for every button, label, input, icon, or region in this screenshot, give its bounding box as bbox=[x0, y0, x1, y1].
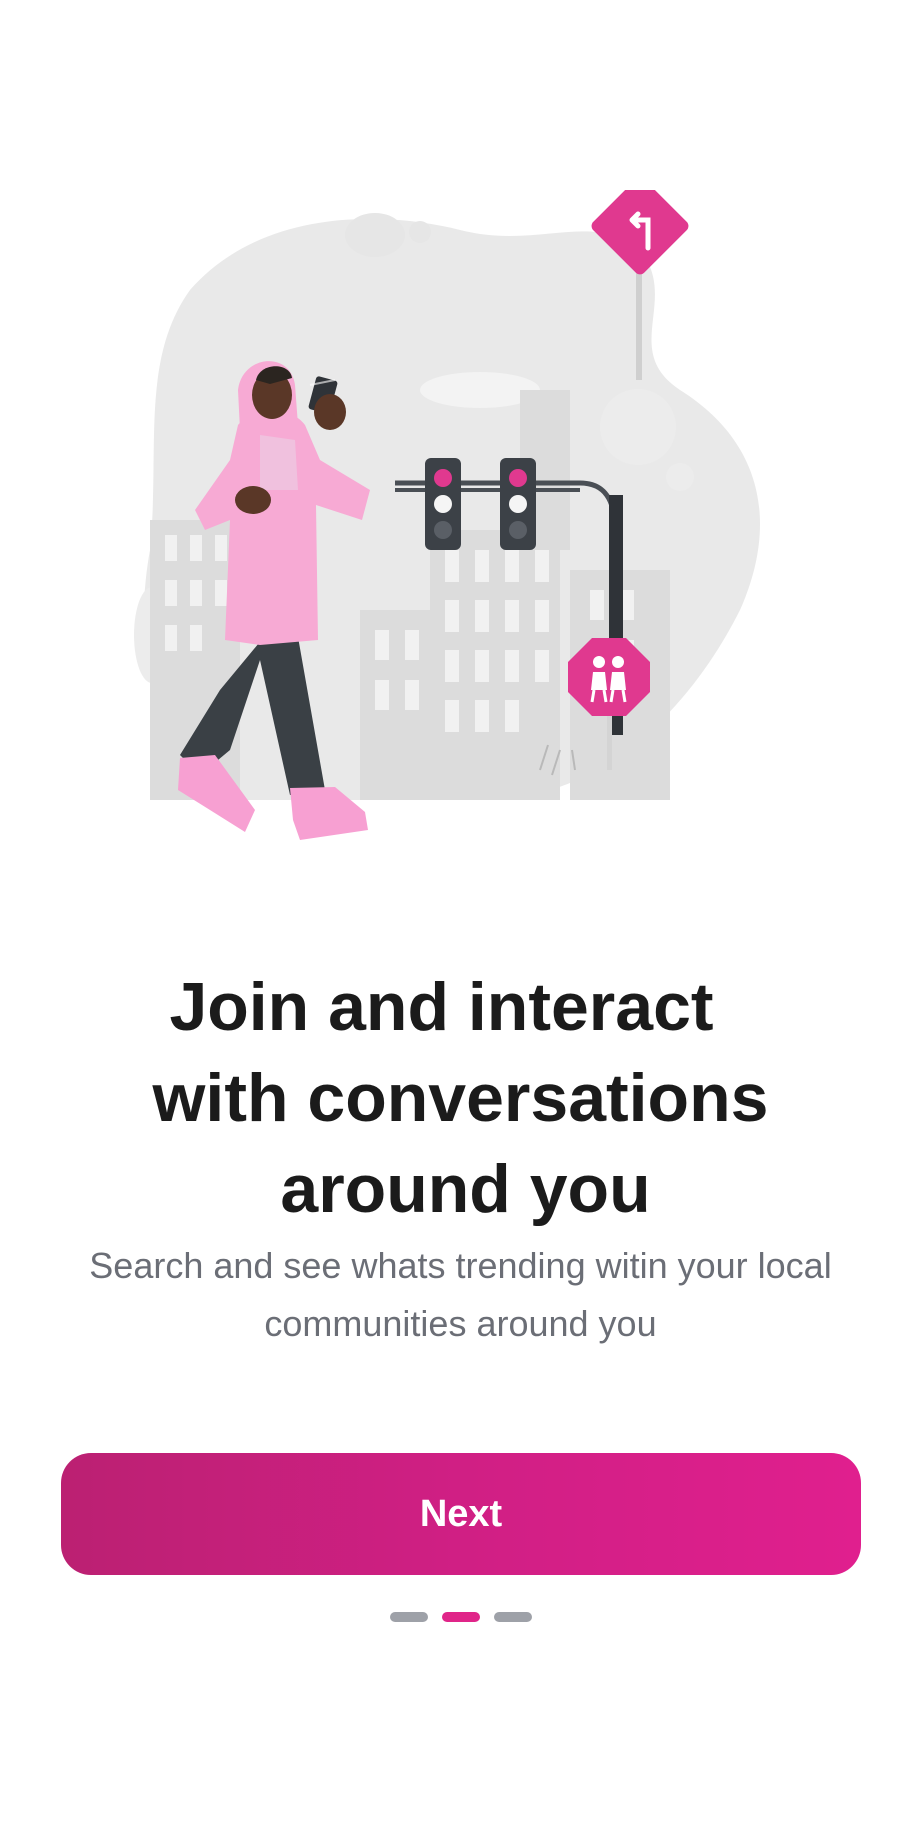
page-dot bbox=[493, 1612, 532, 1622]
onboarding-illustration bbox=[120, 177, 810, 870]
pedestrian-crossing-sign-icon bbox=[568, 638, 650, 716]
subtitle-line-2: communities around you bbox=[264, 1303, 657, 1344]
page-dot bbox=[389, 1612, 428, 1622]
next-button[interactable]: Next bbox=[61, 1453, 861, 1575]
title-line-3: around you bbox=[280, 1151, 651, 1227]
page-dot-active bbox=[441, 1612, 480, 1622]
page-subtitle: Search and see whats trending witin your… bbox=[0, 1237, 921, 1353]
page-title: Join and interact with conversations aro… bbox=[0, 962, 921, 1235]
page-indicator bbox=[0, 1612, 921, 1622]
subtitle-line-1: Search and see whats trending witin your… bbox=[89, 1245, 832, 1286]
title-line-2: with conversations bbox=[152, 1060, 769, 1136]
title-line-1: Join and interact bbox=[169, 969, 714, 1045]
